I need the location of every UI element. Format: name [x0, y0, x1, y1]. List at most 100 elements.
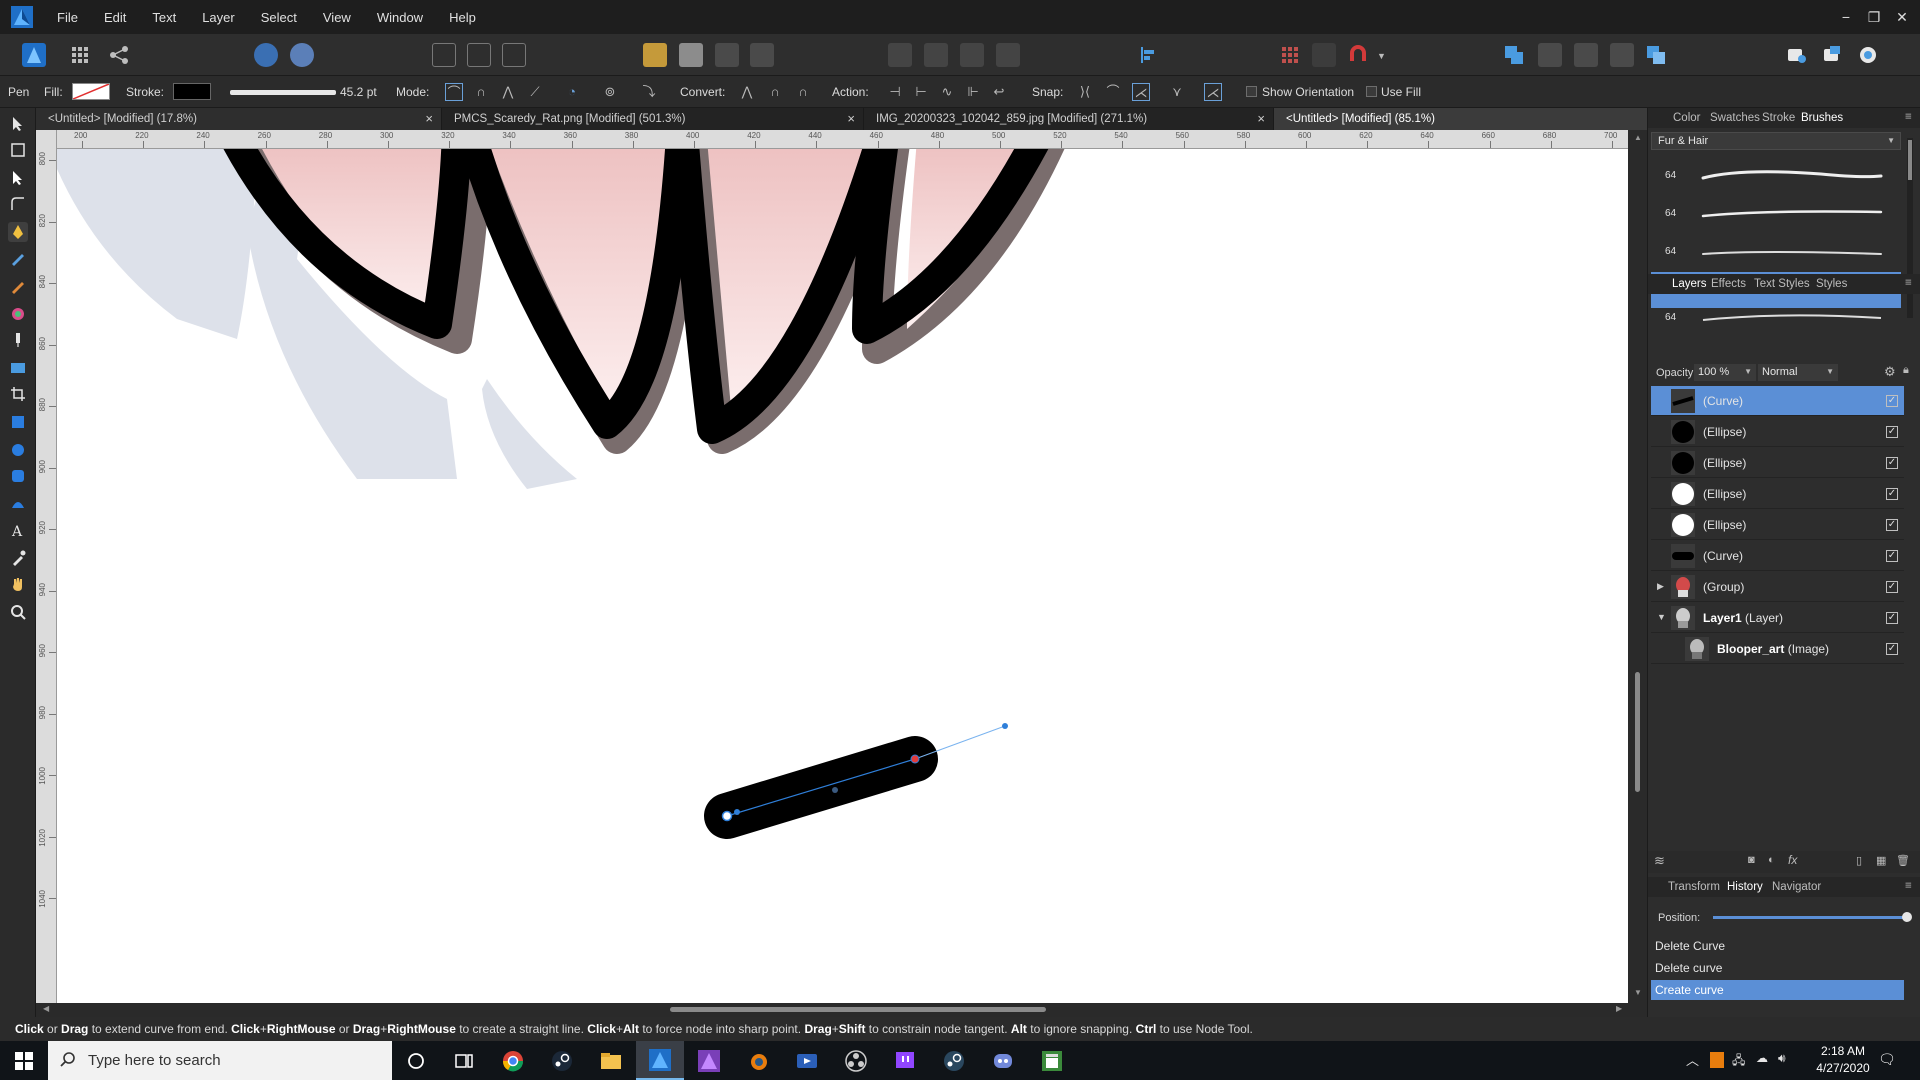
network-icon[interactable]: 🖧︎ — [1732, 1051, 1745, 1072]
onedrive-icon[interactable]: ☁︎ — [1756, 1051, 1768, 1065]
convert-smooth-icon[interactable]: ∩ — [766, 83, 784, 101]
zoom-tool-icon[interactable] — [8, 602, 28, 622]
panel-menu-icon[interactable]: ≡ — [1905, 880, 1912, 892]
stroke-width-slider[interactable] — [230, 90, 336, 95]
gear-icon[interactable]: ⚙ — [1884, 364, 1896, 380]
arrange-back-icon[interactable] — [750, 43, 774, 67]
tab-layers[interactable]: Layers — [1672, 278, 1707, 290]
insert-inside-icon[interactable] — [1856, 43, 1880, 67]
flip-horizontal-icon[interactable] — [888, 43, 912, 67]
convert-sharp-icon[interactable]: ⋀ — [738, 83, 756, 101]
move-tool-icon[interactable] — [8, 114, 28, 134]
chrome-icon[interactable] — [489, 1041, 537, 1080]
layer-row[interactable]: (Ellipse) ✓ — [1651, 510, 1904, 540]
boolean-xor-icon[interactable] — [1610, 43, 1634, 67]
rotate-left-icon[interactable] — [960, 43, 984, 67]
tray-app-icon[interactable] — [1710, 1052, 1724, 1068]
twitch-icon[interactable] — [881, 1041, 929, 1080]
action-break-icon[interactable]: ⊣ — [886, 83, 904, 101]
brush-scroll-thumb[interactable] — [1908, 140, 1912, 180]
discord-icon[interactable] — [979, 1041, 1027, 1080]
visibility-checkbox[interactable]: ✓ — [1886, 581, 1898, 593]
volume-icon[interactable]: 🔊︎ — [1778, 1051, 1786, 1066]
close-window-button[interactable]: ✕ — [1888, 0, 1916, 34]
crop-tool-icon[interactable] — [8, 384, 28, 404]
menu-layer[interactable]: Layer — [189, 10, 248, 25]
history-item[interactable]: Delete curve — [1651, 958, 1904, 978]
geometry-icon[interactable]: ⊚ — [601, 83, 619, 101]
transform-mode-icon[interactable]: ⤵ — [640, 83, 658, 101]
tab-swatches[interactable]: Swatches — [1710, 112, 1760, 124]
restore-button[interactable]: ❐ — [1860, 0, 1888, 34]
horizontal-scroll-thumb[interactable] — [670, 1007, 1046, 1012]
expand-arrow-icon[interactable]: ▶ — [1657, 581, 1664, 592]
layer-row[interactable]: (Ellipse) ✓ — [1651, 417, 1904, 447]
boolean-divide-icon[interactable] — [1644, 43, 1668, 67]
view-mode-2-icon[interactable] — [467, 43, 491, 67]
steam-icon[interactable] — [538, 1041, 586, 1080]
snap-1-icon[interactable]: ⟩⟨ — [1076, 83, 1094, 101]
notifications-icon[interactable]: 🗨︎ — [1878, 1051, 1896, 1068]
rectangle-tool-icon[interactable] — [8, 412, 28, 432]
vertical-scrollbar[interactable]: ▲ ▼ — [1628, 130, 1647, 1003]
ellipse-tool-icon[interactable] — [8, 440, 28, 460]
vector-brush-tool-icon[interactable] — [8, 276, 28, 296]
action-close-icon[interactable]: ⊢ — [912, 83, 930, 101]
menu-help[interactable]: Help — [436, 10, 489, 25]
tab-stroke[interactable]: Stroke — [1762, 112, 1795, 124]
visibility-checkbox[interactable]: ✓ — [1886, 612, 1898, 624]
menu-file[interactable]: File — [44, 10, 91, 25]
view-mode-3-icon[interactable] — [502, 43, 526, 67]
tab-brushes[interactable]: Brushes — [1801, 112, 1843, 124]
corner-tool-icon[interactable] — [8, 194, 28, 214]
convert-smart-icon[interactable]: ∩ — [794, 83, 812, 101]
tab-close-icon[interactable]: × — [847, 108, 855, 130]
layer-row[interactable]: (Ellipse) ✓ — [1651, 479, 1904, 509]
snapping-magnet-icon[interactable] — [1346, 43, 1370, 67]
document-setup-icon[interactable] — [254, 43, 278, 67]
obs-icon[interactable] — [832, 1041, 880, 1080]
insert-top-icon[interactable] — [1820, 43, 1844, 67]
align-icon[interactable] — [1136, 43, 1160, 67]
mode-line-icon[interactable]: ⟋ — [526, 83, 544, 101]
scroll-left-icon[interactable]: ◀ — [43, 1004, 49, 1013]
rounded-rectangle-tool-icon[interactable] — [8, 466, 28, 486]
tab-navigator[interactable]: Navigator — [1772, 881, 1821, 893]
mask-icon[interactable]: ◙ — [1748, 854, 1755, 866]
menu-select[interactable]: Select — [248, 10, 310, 25]
hand-tool-icon[interactable] — [8, 574, 28, 594]
snapping-options-icon[interactable] — [1312, 43, 1336, 67]
visibility-checkbox[interactable]: ✓ — [1886, 488, 1898, 500]
artboard-tool-icon[interactable] — [8, 140, 28, 160]
scroll-down-icon[interactable]: ▼ — [1634, 988, 1642, 997]
action-smooth-icon[interactable]: ∿ — [938, 83, 956, 101]
affinity-designer-icon[interactable] — [0, 0, 44, 34]
visibility-checkbox[interactable]: ✓ — [1886, 395, 1898, 407]
scroll-right-icon[interactable]: ▶ — [1616, 1004, 1622, 1013]
visibility-checkbox[interactable]: ✓ — [1886, 550, 1898, 562]
delete-layer-icon[interactable]: 🗑︎ — [1896, 854, 1910, 867]
group-icon[interactable]: ▦ — [1876, 854, 1886, 867]
shape-tool-icon[interactable] — [8, 494, 28, 514]
preferences-icon[interactable] — [290, 43, 314, 67]
flip-vertical-icon[interactable] — [924, 43, 948, 67]
collapse-arrow-icon[interactable]: ▼ — [1657, 612, 1666, 622]
boolean-add-icon[interactable] — [1502, 43, 1526, 67]
layers-stack-icon[interactable]: ≋ — [1654, 853, 1665, 869]
task-view-icon[interactable] — [440, 1041, 488, 1080]
fill-tool-icon[interactable] — [8, 304, 28, 324]
snap-4-icon[interactable]: ⋎ — [1168, 83, 1186, 101]
tab-history[interactable]: History — [1727, 881, 1763, 893]
panel-menu-icon[interactable]: ≡ — [1905, 111, 1912, 123]
designer-persona-icon[interactable] — [22, 43, 46, 67]
tab-text-styles[interactable]: Text Styles — [1754, 278, 1810, 290]
history-item[interactable]: Delete Curve — [1651, 936, 1904, 956]
steam-icon-2[interactable] — [930, 1041, 978, 1080]
rubber-band-icon[interactable]: ◔ — [563, 83, 581, 101]
visibility-checkbox[interactable]: ✓ — [1886, 643, 1898, 655]
panel-menu-icon[interactable]: ≡ — [1905, 277, 1912, 289]
snap-2-icon[interactable]: ⌒ — [1104, 83, 1122, 101]
blend-mode-select[interactable]: Normal ▼ — [1758, 364, 1838, 381]
arrange-backward-icon[interactable] — [715, 43, 739, 67]
mode-polygon-icon[interactable]: ⋀ — [499, 83, 517, 101]
